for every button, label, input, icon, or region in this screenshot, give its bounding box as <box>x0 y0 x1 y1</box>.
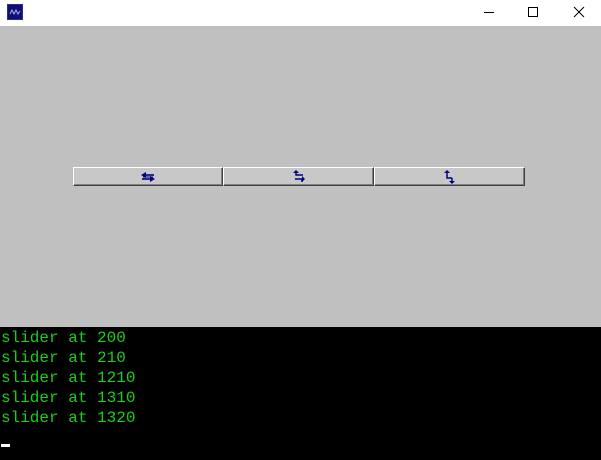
console-line: slider at 1320 <box>1 409 136 427</box>
minimize-icon <box>484 12 494 13</box>
console-output[interactable]: slider at 200 slider at 210 slider at 12… <box>0 327 601 460</box>
close-icon <box>573 6 585 18</box>
text-cursor <box>1 444 10 447</box>
toolbar-button-3[interactable] <box>374 167 525 186</box>
close-button[interactable] <box>556 0 601 24</box>
console-line: slider at 210 <box>1 349 126 367</box>
swap-arrows-icon <box>292 169 305 182</box>
title-bar[interactable] <box>0 0 601 26</box>
toolbar-button-2[interactable] <box>223 167 374 186</box>
app-window: slider at 200 slider at 210 slider at 12… <box>0 0 601 460</box>
minimize-button[interactable] <box>466 0 512 24</box>
client-area <box>0 26 601 327</box>
maximize-button[interactable] <box>510 0 556 24</box>
toolbar <box>73 167 525 186</box>
app-icon[interactable] <box>7 4 23 20</box>
console-line: slider at 1210 <box>1 369 136 387</box>
console-line: slider at 1310 <box>1 389 136 407</box>
console-line: slider at 200 <box>1 329 126 347</box>
toolbar-button-1[interactable] <box>73 167 223 186</box>
down-up-arrows-icon <box>443 169 455 184</box>
maximize-icon <box>528 7 538 17</box>
double-arrow-icon <box>141 171 155 182</box>
